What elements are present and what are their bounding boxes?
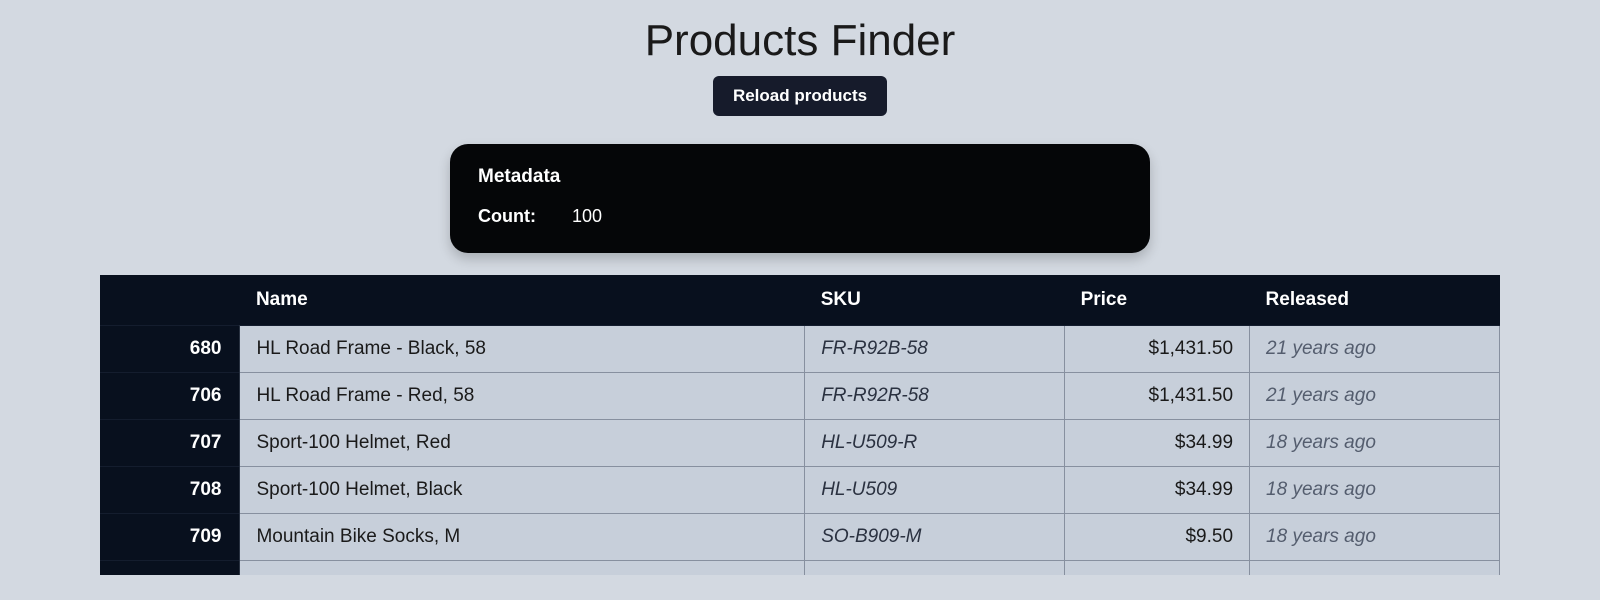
cell-released: 18 years ago [1250,514,1500,561]
cell-sku: FR-R92B-58 [805,326,1065,373]
table-row [100,561,1500,575]
table-row: 708Sport-100 Helmet, BlackHL-U509$34.991… [100,467,1500,514]
cell-name: Mountain Bike Socks, M [240,514,805,561]
cell-price: $1,431.50 [1065,373,1250,420]
cell-price: $34.99 [1065,420,1250,467]
cell-price: $1,431.50 [1065,326,1250,373]
cell-name: Sport-100 Helmet, Black [240,467,805,514]
cell-price: $34.99 [1065,467,1250,514]
cell-released: 21 years ago [1250,326,1500,373]
column-price: Price [1065,275,1250,326]
column-name: Name [240,275,805,326]
column-id [100,275,240,326]
cell-id [100,561,240,575]
table-header-row: Name SKU Price Released [100,275,1500,326]
table-row: 706HL Road Frame - Red, 58FR-R92R-58$1,4… [100,373,1500,420]
reload-products-button[interactable]: Reload products [713,76,887,116]
cell-released: 21 years ago [1250,373,1500,420]
cell-id: 708 [100,467,240,514]
cell-name [240,561,805,575]
cell-name: HL Road Frame - Red, 58 [240,373,805,420]
cell-released: 18 years ago [1250,420,1500,467]
cell-sku [805,561,1065,575]
column-released: Released [1250,275,1500,326]
cell-id: 706 [100,373,240,420]
cell-id: 707 [100,420,240,467]
cell-sku: HL-U509 [805,467,1065,514]
page-title: Products Finder [645,16,956,66]
metadata-card: Metadata Count: 100 [450,144,1150,253]
cell-id: 680 [100,326,240,373]
metadata-heading: Metadata [478,166,1122,188]
cell-released [1250,561,1500,575]
cell-sku: FR-R92R-58 [805,373,1065,420]
cell-id: 709 [100,514,240,561]
products-table: Name SKU Price Released 680HL Road Frame… [100,275,1500,575]
cell-released: 18 years ago [1250,467,1500,514]
cell-sku: HL-U509-R [805,420,1065,467]
table-row: 709Mountain Bike Socks, MSO-B909-M$9.501… [100,514,1500,561]
cell-name: Sport-100 Helmet, Red [240,420,805,467]
cell-sku: SO-B909-M [805,514,1065,561]
metadata-count-value: 100 [572,206,602,227]
cell-price: $9.50 [1065,514,1250,561]
table-row: 680HL Road Frame - Black, 58FR-R92B-58$1… [100,326,1500,373]
cell-name: HL Road Frame - Black, 58 [240,326,805,373]
table-row: 707Sport-100 Helmet, RedHL-U509-R$34.991… [100,420,1500,467]
metadata-count-label: Count: [478,206,536,227]
column-sku: SKU [805,275,1065,326]
cell-price [1065,561,1250,575]
